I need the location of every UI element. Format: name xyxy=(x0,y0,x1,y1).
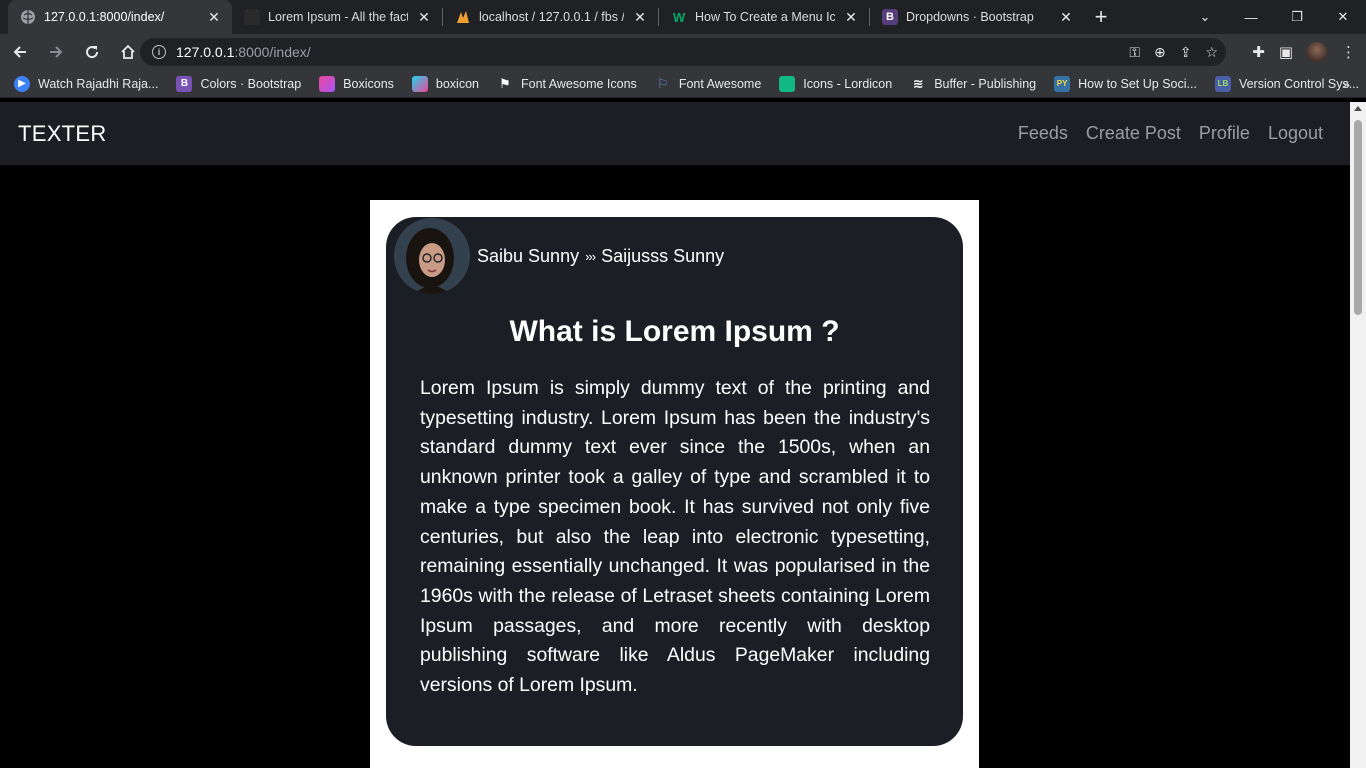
bookmark-label: Colors · Bootstrap xyxy=(200,76,302,91)
close-icon[interactable]: ✕ xyxy=(206,9,222,26)
address-bar[interactable]: i 127.0.0.1:8000/index/ ⚿ ⊕ ⇪ ☆ xyxy=(140,38,1226,66)
tab-index[interactable]: 127.0.0.1:8000/index/ ✕ xyxy=(8,0,232,34)
bookmark-label: Buffer - Publishing xyxy=(934,76,1037,91)
browser-tab-bar: 127.0.0.1:8000/index/ ✕ Lorem Ipsum - Al… xyxy=(0,0,1366,34)
new-tab-button[interactable]: + xyxy=(1084,0,1118,34)
reload-icon[interactable] xyxy=(76,36,108,68)
bookmark-label: boxicon xyxy=(435,76,479,91)
bookmark-label: Watch Rajadhi Raja... xyxy=(38,76,159,91)
bootstrap-icon: B xyxy=(882,9,898,25)
close-icon[interactable]: ✕ xyxy=(632,9,648,26)
star-icon[interactable]: ☆ xyxy=(1205,44,1218,61)
tab-lorem-ipsum[interactable]: Lorem Ipsum - All the facts - ✕ xyxy=(232,0,442,34)
bookmarks-overflow-icon[interactable]: » xyxy=(1342,70,1350,98)
tab-search-icon[interactable]: ⌄ xyxy=(1182,9,1228,25)
boxicons-icon xyxy=(319,75,336,92)
bookmark-item[interactable]: ≋ Buffer - Publishing xyxy=(910,76,1036,92)
python-icon: PY xyxy=(1054,75,1071,92)
tab-bootstrap[interactable]: B Dropdowns · Bootstrap ✕ xyxy=(870,0,1084,34)
tab-title: localhost / 127.0.0.1 / fbs / ap xyxy=(479,10,624,24)
tab-title: Dropdowns · Bootstrap xyxy=(906,10,1034,24)
bookmark-label: Font Awesome xyxy=(678,76,762,91)
extensions-icon[interactable]: ✚ xyxy=(1252,43,1265,61)
window-close-icon[interactable]: ✕ xyxy=(1320,9,1366,25)
bookmark-item[interactable]: Boxicons xyxy=(319,75,394,92)
post-body: Lorem Ipsum is simply dummy text of the … xyxy=(420,377,930,697)
author-name[interactable]: Saibu Sunny xyxy=(477,246,579,267)
bookmark-item[interactable]: LB Version Control Sys... xyxy=(1214,75,1360,92)
close-icon[interactable]: ✕ xyxy=(1058,9,1074,26)
nav-create-post[interactable]: Create Post xyxy=(1086,123,1181,144)
key-icon[interactable]: ⚿ xyxy=(1129,44,1140,61)
menu-icon[interactable]: ⋮ xyxy=(1341,43,1356,61)
close-icon[interactable]: ✕ xyxy=(843,9,859,26)
post-card: Saibu Sunny ››› Saijusss Sunny What is L… xyxy=(386,217,963,746)
bookmark-label: Icons - Lordicon xyxy=(803,76,893,91)
lorem-icon xyxy=(244,9,260,25)
site-navbar: TEXTER Feeds Create Post Profile Logout xyxy=(0,102,1350,165)
tab-title: Lorem Ipsum - All the facts - xyxy=(268,10,408,24)
bootstrap-icon: B xyxy=(176,75,193,92)
url-path: :8000/index/ xyxy=(234,44,311,60)
tab-w3schools[interactable]: W How To Create a Menu Icon ✕ xyxy=(659,0,869,34)
flag-icon: ⚑ xyxy=(499,75,511,91)
post-container: Saibu Sunny ››› Saijusss Sunny What is L… xyxy=(370,200,979,768)
site-info-icon[interactable]: i xyxy=(152,45,166,59)
site-nav: Feeds Create Post Profile Logout xyxy=(1018,123,1323,144)
bookmark-label: Font Awesome Icons xyxy=(521,76,637,91)
globe-icon xyxy=(20,9,36,25)
close-icon[interactable]: ✕ xyxy=(416,9,432,26)
tab-phpmyadmin[interactable]: localhost / 127.0.0.1 / fbs / ap ✕ xyxy=(443,0,658,34)
window-controls: ⌄ — ❐ ✕ xyxy=(1182,0,1366,34)
boxicons-icon xyxy=(411,75,428,92)
bookmark-label: How to Set Up Soci... xyxy=(1078,76,1197,91)
bookmark-item[interactable]: B Colors · Bootstrap xyxy=(176,75,302,92)
lordicon-icon xyxy=(779,75,796,92)
back-icon[interactable] xyxy=(4,36,36,68)
vcs-icon: LB xyxy=(1214,75,1231,92)
url-host: 127.0.0.1 xyxy=(176,44,235,60)
bookmark-item[interactable]: ⚑ Font Awesome Icons xyxy=(497,76,637,92)
bookmark-item[interactable]: Icons - Lordicon xyxy=(779,75,893,92)
post-authors: Saibu Sunny ››› Saijusss Sunny xyxy=(477,246,724,267)
chevrons-icon: ››› xyxy=(585,248,596,264)
phpmyadmin-icon xyxy=(455,9,471,25)
restore-icon[interactable]: ❐ xyxy=(1274,9,1320,25)
recipient-name[interactable]: Saijusss Sunny xyxy=(601,246,724,267)
site-brand[interactable]: TEXTER xyxy=(18,121,107,147)
bookmark-item[interactable]: boxicon xyxy=(411,75,479,92)
tab-title: How To Create a Menu Icon xyxy=(695,10,835,24)
bookmark-item[interactable]: ⚐ Font Awesome xyxy=(655,76,761,92)
minimize-icon[interactable]: — xyxy=(1228,10,1274,25)
tab-title: 127.0.0.1:8000/index/ xyxy=(44,10,165,24)
page-viewport: TEXTER Feeds Create Post Profile Logout xyxy=(0,102,1350,768)
browser-toolbar: i 127.0.0.1:8000/index/ ⚿ ⊕ ⇪ ☆ ✚ ▣ ⋮ xyxy=(0,34,1366,70)
post-header: Saibu Sunny ››› Saijusss Sunny xyxy=(394,217,724,295)
zoom-icon[interactable]: ⊕ xyxy=(1154,44,1166,61)
bookmark-item[interactable]: PY How to Set Up Soci... xyxy=(1054,75,1197,92)
bookmark-label: Version Control Sys... xyxy=(1238,76,1360,91)
nav-profile[interactable]: Profile xyxy=(1199,123,1250,144)
play-icon: ▶ xyxy=(14,75,30,92)
page-scrollbar[interactable] xyxy=(1350,102,1366,768)
nav-logout[interactable]: Logout xyxy=(1268,123,1323,144)
buffer-icon: ≋ xyxy=(912,75,924,91)
bookmark-label: Boxicons xyxy=(343,76,394,91)
bookmark-item[interactable]: ▶ Watch Rajadhi Raja... xyxy=(14,75,159,92)
post-title: What is Lorem Ipsum ? xyxy=(509,315,840,348)
profile-avatar[interactable] xyxy=(1307,42,1327,62)
flag-icon: ⚐ xyxy=(656,75,669,91)
side-panel-icon[interactable]: ▣ xyxy=(1279,43,1293,61)
share-icon[interactable]: ⇪ xyxy=(1180,44,1192,61)
scrollbar-thumb[interactable] xyxy=(1354,120,1362,315)
nav-feeds[interactable]: Feeds xyxy=(1018,123,1068,144)
forward-icon[interactable] xyxy=(40,36,72,68)
bookmarks-bar: ▶ Watch Rajadhi Raja... B Colors · Bootstr… xyxy=(0,70,1366,98)
scroll-up-icon[interactable] xyxy=(1354,106,1362,111)
author-avatar[interactable] xyxy=(394,218,470,294)
w3schools-icon: W xyxy=(672,9,686,25)
